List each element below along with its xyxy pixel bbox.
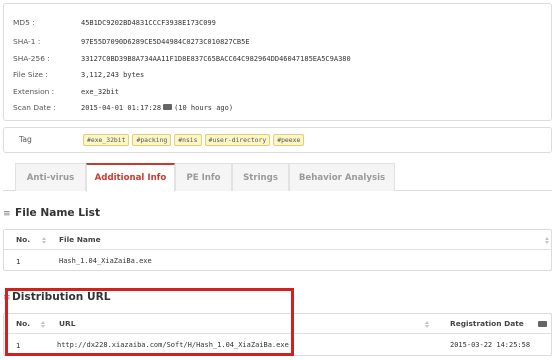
sha256-label: SHA-256 : <box>13 54 50 63</box>
column-header-registration-date[interactable]: Registration Date <box>450 314 524 334</box>
scan-date-label: Scan Date : <box>13 103 56 112</box>
file-size-label: File Size : <box>13 70 48 79</box>
sort-icon[interactable] <box>42 237 46 244</box>
registration-date-cell: 2015-03-22 14:25:58 <box>450 341 531 349</box>
tab-pe-info[interactable]: PE Info <box>175 163 232 191</box>
calendar-icon <box>538 321 547 327</box>
file-name-table: No. File Name 1 Hash_1.04_XiaZaiBa.exe <box>3 229 552 271</box>
tab-anti-virus[interactable]: Anti-virus <box>15 163 86 191</box>
tag-badge[interactable]: #packing <box>132 134 172 146</box>
column-header-file-name[interactable]: File Name <box>59 230 101 250</box>
scan-date-relative: (10 hours ago) <box>174 104 234 112</box>
sha1-label: SHA-1 : <box>13 37 41 46</box>
file-name-cell: Hash_1.04_XiaZaiBa.exe <box>59 257 152 265</box>
tab-bar: Anti-virus Additional Info PE Info Strin… <box>3 163 552 192</box>
column-header-no[interactable]: No. <box>16 230 30 250</box>
sort-icon[interactable] <box>545 237 549 244</box>
file-name-list-heading: File Name List <box>15 207 101 219</box>
calendar-icon <box>163 104 173 110</box>
tag-list: #exe_32bit #packing #nsis #user-director… <box>83 134 305 146</box>
tag-badge[interactable]: #nsis <box>174 134 202 146</box>
tag-badge[interactable]: #exe_32bit <box>83 134 130 146</box>
tag-badge[interactable]: #peexe <box>273 134 305 146</box>
highlight-box <box>5 288 294 356</box>
tag-badge[interactable]: #user-directory <box>204 134 271 146</box>
scan-date-value: 2015-04-01 01:17:28 (10 hours ago) <box>81 101 233 115</box>
row-number: 1 <box>16 257 21 266</box>
md5-label: MD5 : <box>13 18 35 27</box>
tag-label: Tag <box>19 135 32 144</box>
scan-date-text: 2015-04-01 01:17:28 <box>81 104 162 112</box>
sort-icon[interactable] <box>425 321 429 328</box>
extension-value: exe_32bit <box>81 88 119 96</box>
section-bullet-icon: ≡ <box>3 209 11 219</box>
tag-panel: Tag #exe_32bit #packing #nsis #user-dire… <box>3 127 552 153</box>
file-size-value: 3,112,243 bytes <box>81 71 145 79</box>
table-header: No. File Name <box>4 230 551 250</box>
tab-behavior-analysis[interactable]: Behavior Analysis <box>289 163 395 191</box>
tab-strings[interactable]: Strings <box>232 163 289 191</box>
md5-value: 45B1DC9202BD4831CCCF3938E173C099 <box>81 19 216 27</box>
file-info-panel: MD5 : 45B1DC9202BD4831CCCF3938E173C099 S… <box>3 3 552 121</box>
extension-label: Extension : <box>13 87 55 96</box>
tab-additional-info[interactable]: Additional Info <box>86 163 175 192</box>
sha256-value: 33127C0BD39B8A734AA11F1D8E837C65BACC64C9… <box>81 55 351 63</box>
sha1-value: 97E55D7090D6289CE5D44984C0273C010827CB5E <box>81 38 250 46</box>
